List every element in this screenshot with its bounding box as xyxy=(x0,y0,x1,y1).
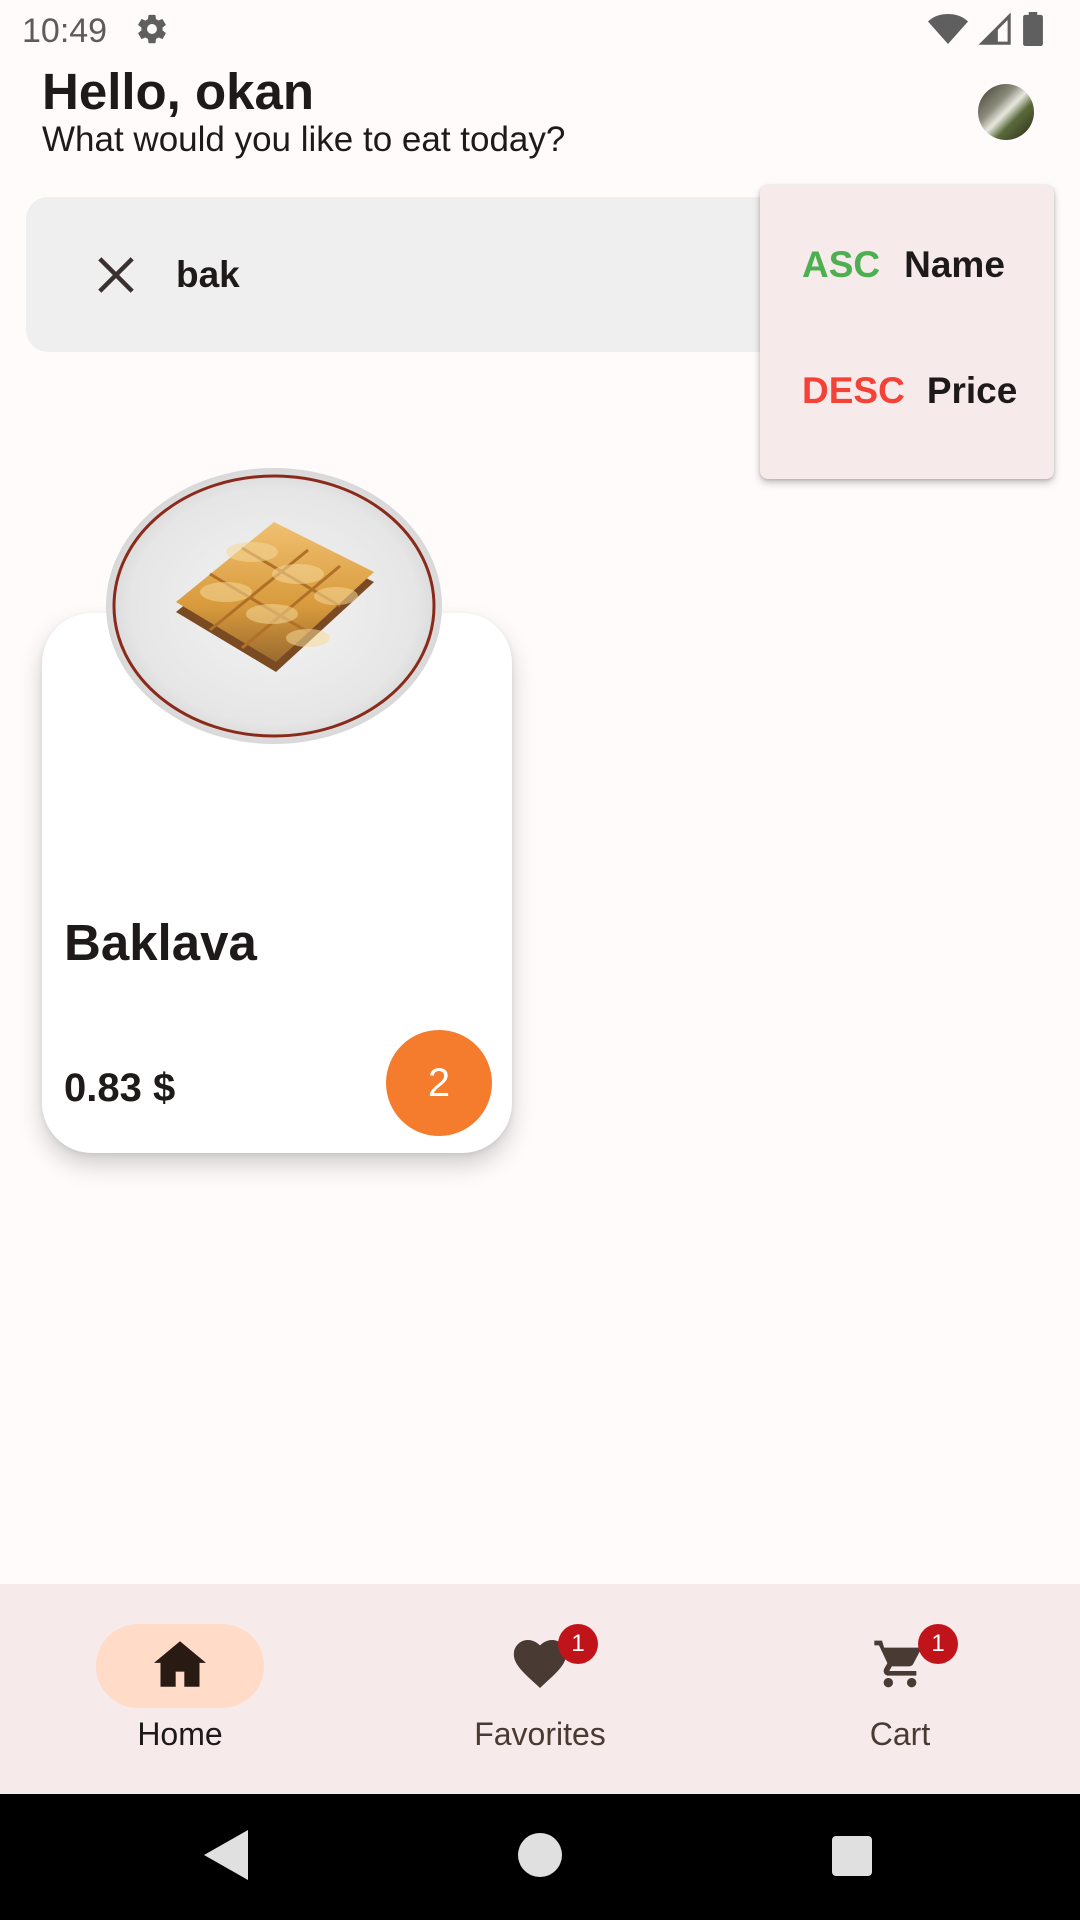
system-navigation-bar xyxy=(0,1794,1080,1920)
avatar[interactable] xyxy=(978,84,1034,140)
nav-item-favorites[interactable]: 1 Favorites xyxy=(360,1584,720,1794)
nav-label: Home xyxy=(137,1716,223,1752)
nav-item-cart[interactable]: 1 Cart xyxy=(720,1584,1080,1794)
cart-count-badge: 1 xyxy=(918,1624,958,1664)
product-price: 0.83 $ xyxy=(64,1066,176,1110)
sort-option-price-desc[interactable]: DESC Price xyxy=(802,370,1017,412)
sort-menu xyxy=(760,185,1054,479)
nav-label: Cart xyxy=(869,1716,931,1752)
status-left: 10:49 xyxy=(22,12,169,51)
settings-gear-icon xyxy=(135,12,169,51)
home-circle-icon[interactable] xyxy=(518,1830,562,1885)
close-icon[interactable] xyxy=(86,245,146,305)
nav-active-indicator xyxy=(96,1624,264,1708)
signal-icon xyxy=(978,11,1012,51)
product-image xyxy=(102,462,446,746)
nav-item-home[interactable]: Home xyxy=(0,1584,360,1794)
quantity-button[interactable]: 2 xyxy=(386,1030,492,1136)
status-time: 10:49 xyxy=(22,11,108,50)
wifi-icon xyxy=(928,12,968,51)
sort-option-name-asc[interactable]: ASC Name xyxy=(802,244,1005,286)
battery-icon xyxy=(1022,11,1044,51)
recents-icon[interactable] xyxy=(830,1830,874,1885)
nav-icon-wrap xyxy=(456,1624,624,1708)
nav-icon-wrap xyxy=(816,1624,984,1708)
status-right xyxy=(928,11,1044,51)
status-bar: 10:49 xyxy=(0,0,1080,62)
favorites-count-badge: 1 xyxy=(558,1624,598,1664)
nav-label: Favorites xyxy=(474,1716,606,1752)
sort-field-label: Name xyxy=(904,244,1005,285)
sort-field-label: Price xyxy=(926,370,1018,411)
greeting-title: Hello, okan xyxy=(42,63,315,120)
back-icon[interactable] xyxy=(204,1830,248,1885)
product-name: Baklava xyxy=(64,914,257,971)
greeting-subtitle: What would you like to eat today? xyxy=(42,120,566,159)
sort-direction-label: ASC xyxy=(802,244,881,285)
sort-direction-label: DESC xyxy=(802,370,905,411)
home-icon xyxy=(154,1640,206,1692)
search-input[interactable]: bak xyxy=(176,254,240,296)
bottom-navigation: Home 1 Favorites 1 Cart xyxy=(0,1584,1080,1794)
